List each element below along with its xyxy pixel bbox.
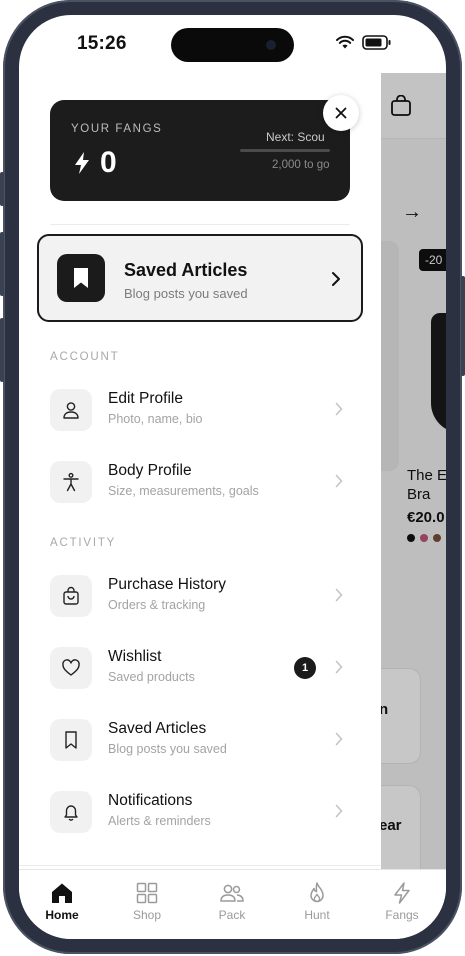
tab-home[interactable]: Home (27, 882, 97, 922)
tab-label: Shop (132, 908, 162, 922)
menu-item-subtitle: Blog posts you saved (108, 742, 227, 756)
menu-item-edit-profile[interactable]: Edit Profile Photo, name, bio (50, 385, 350, 441)
home-icon (52, 883, 72, 903)
phone-side-button (461, 276, 465, 376)
bottom-tab-bar: Home Shop Pack Hunt Fangs (19, 869, 446, 939)
user-icon (63, 402, 79, 419)
status-time: 15:26 (77, 33, 127, 54)
bell-icon (64, 805, 78, 821)
tab-shop[interactable]: Shop (112, 882, 182, 922)
chevron-right-icon (335, 732, 343, 746)
menu-item-title: Notifications (108, 792, 193, 809)
menu-item-subtitle: Size, measurements, goals (108, 484, 259, 498)
dynamic-island (171, 28, 294, 62)
close-icon (335, 107, 347, 119)
wifi-icon (336, 35, 354, 49)
icon-tile (50, 461, 92, 503)
saved-articles-card[interactable]: Saved Articles Blog posts you saved (37, 234, 363, 322)
grid-icon (136, 882, 158, 904)
chevron-right-icon (335, 474, 343, 488)
fangs-to-go: 2,000 to go (272, 159, 330, 171)
fangs-value: 0 (74, 146, 117, 180)
menu-item-subtitle: Alerts & reminders (108, 814, 211, 828)
menu-item-title: Edit Profile (108, 390, 183, 407)
tab-label: Home (45, 908, 79, 922)
section-label-account: ACCOUNT (50, 351, 120, 363)
icon-tile (50, 575, 92, 617)
screen: 15:26 → -20 The E Bra €20.0 n ear YOUR F… (19, 15, 446, 939)
bookmark-icon (65, 731, 77, 749)
menu-item-subtitle: Orders & tracking (108, 598, 206, 612)
menu-item-purchase-history[interactable]: Purchase History Orders & tracking (50, 571, 350, 627)
fangs-count: 0 (100, 146, 117, 179)
bookmark-icon (74, 268, 88, 288)
tab-label: Fangs (385, 908, 419, 922)
tab-label: Pack (218, 908, 246, 922)
saved-articles-title: Saved Articles (124, 260, 248, 280)
status-bar: 15:26 (19, 15, 446, 73)
tab-label: Hunt (304, 908, 330, 922)
menu-item-body-profile[interactable]: Body Profile Size, measurements, goals (50, 457, 350, 513)
phone-side-button (0, 172, 4, 206)
menu-item-saved-articles[interactable]: Saved Articles Blog posts you saved (50, 715, 350, 771)
divider (19, 865, 381, 866)
phone-side-button (0, 232, 4, 296)
drawer-overlay[interactable] (379, 73, 446, 869)
menu-item-subtitle: Saved products (108, 670, 195, 684)
divider (50, 224, 350, 225)
section-label-activity: ACTIVITY (50, 537, 117, 549)
bookmark-icon-tile (57, 254, 105, 302)
close-drawer-button[interactable] (323, 95, 359, 131)
body-icon (63, 472, 79, 492)
tab-fangs[interactable]: Fangs (367, 882, 437, 922)
fangs-progress-bar (240, 149, 330, 152)
menu-item-title: Body Profile (108, 462, 192, 479)
next-rank-label: Next: Scou (266, 130, 325, 144)
lightning-icon (75, 152, 89, 174)
menu-item-subtitle: Photo, name, bio (108, 412, 203, 426)
menu-item-title: Purchase History (108, 576, 227, 593)
chevron-right-icon (335, 660, 343, 674)
phone-side-button (0, 318, 4, 382)
tab-hunt[interactable]: Hunt (282, 882, 352, 922)
icon-tile (50, 719, 92, 761)
shopping-bag-icon (63, 586, 79, 605)
menu-item-title: Saved Articles (108, 720, 207, 737)
fangs-card[interactable]: YOUR FANGS 0 Next: Scou 2,000 to go (50, 100, 350, 201)
users-icon (220, 884, 244, 902)
chevron-right-icon (335, 402, 343, 416)
side-drawer: YOUR FANGS 0 Next: Scou 2,000 to go Save… (19, 73, 381, 869)
menu-item-notifications[interactable]: Notifications Alerts & reminders (50, 787, 350, 843)
icon-tile (50, 791, 92, 833)
fangs-label: YOUR FANGS (71, 123, 163, 135)
icon-tile (50, 389, 92, 431)
chevron-right-icon (335, 588, 343, 602)
tab-pack[interactable]: Pack (197, 882, 267, 922)
lightning-icon (394, 882, 410, 904)
saved-articles-subtitle: Blog posts you saved (124, 286, 248, 301)
battery-icon (362, 35, 391, 50)
menu-item-wishlist[interactable]: Wishlist Saved products 1 (50, 643, 350, 699)
menu-item-title: Wishlist (108, 648, 162, 665)
flame-icon (310, 882, 324, 903)
heart-icon (62, 659, 80, 676)
wishlist-count-badge: 1 (294, 657, 316, 679)
chevron-right-icon (332, 272, 340, 286)
icon-tile (50, 647, 92, 689)
chevron-right-icon (335, 804, 343, 818)
camera-icon (266, 40, 276, 50)
